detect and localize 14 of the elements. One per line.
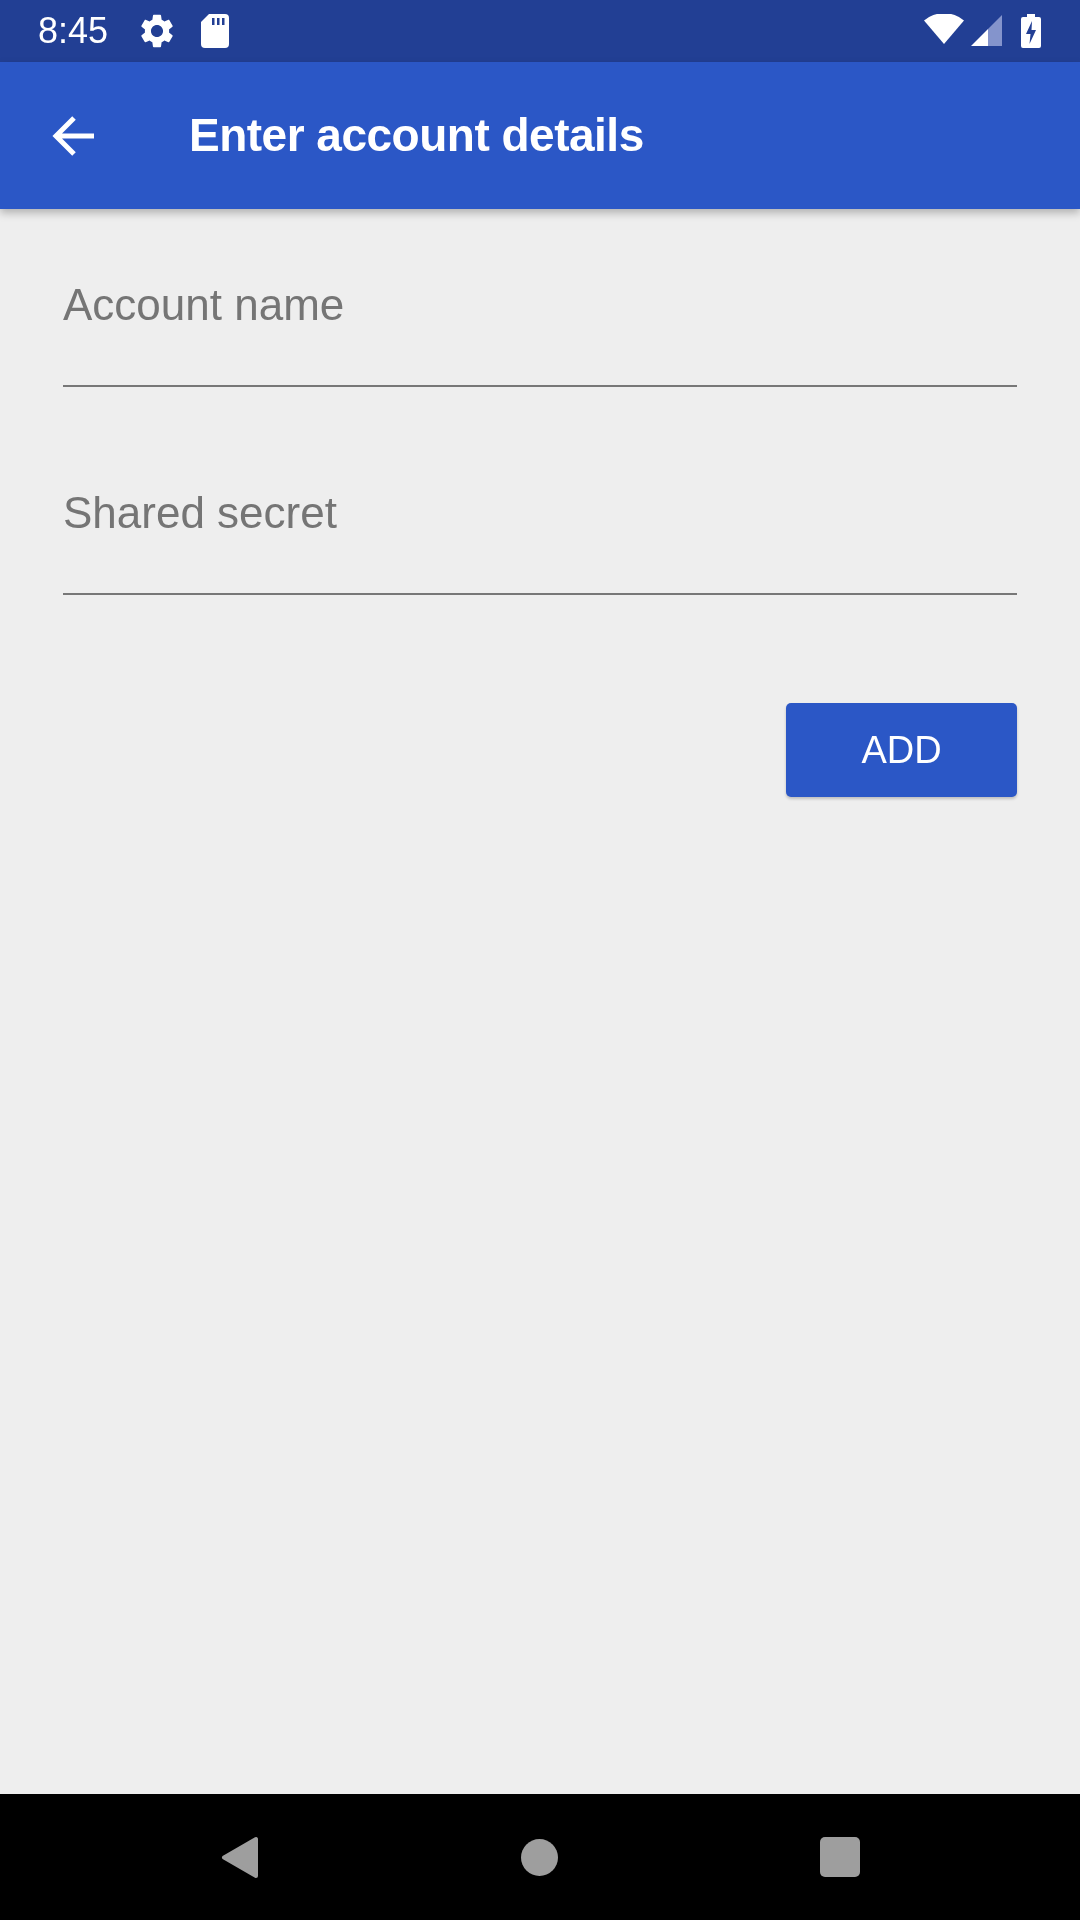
input-field[interactable]: Shared secret [63, 470, 1017, 595]
settings-icon [140, 14, 175, 48]
sd-card-icon [201, 14, 230, 48]
input-field[interactable]: Account name [63, 262, 1017, 387]
app-bar-title: Enter account details [189, 107, 644, 163]
add-button[interactable]: ADD [786, 703, 1017, 797]
battery-charging-icon [1021, 14, 1041, 48]
home-icon[interactable] [520, 1838, 558, 1876]
recents-icon[interactable] [819, 1837, 860, 1877]
status-time: 8:45 [38, 13, 109, 49]
back-arrow-icon[interactable] [52, 114, 96, 157]
wifi-icon [924, 14, 964, 44]
back-icon[interactable] [220, 1835, 259, 1879]
signal-icon [971, 14, 1002, 46]
